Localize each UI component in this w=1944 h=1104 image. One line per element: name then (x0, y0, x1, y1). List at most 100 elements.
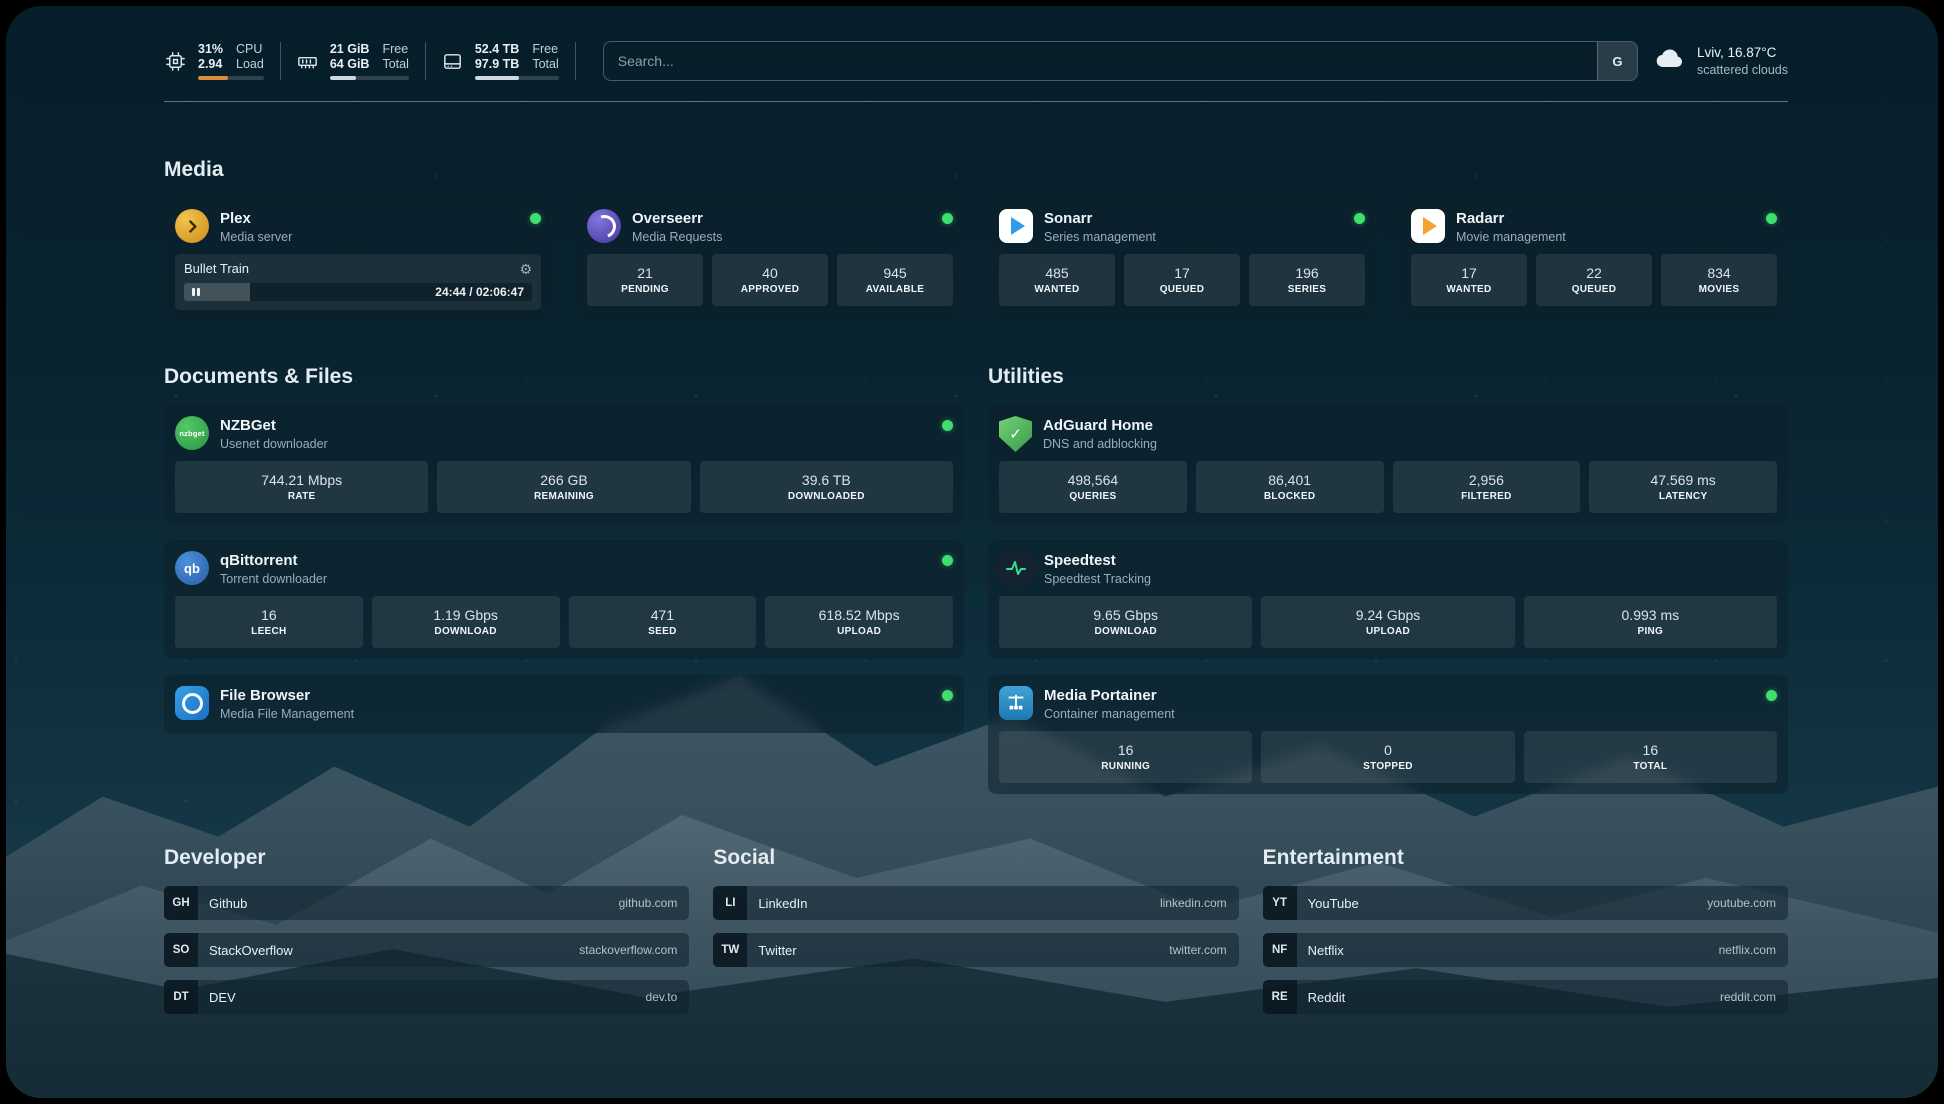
memory-icon (296, 50, 319, 73)
stat-tile: 2,956 FILTERED (1393, 461, 1581, 513)
weather-condition: scattered clouds (1697, 62, 1788, 78)
bookmark-abbr: NF (1263, 933, 1297, 967)
bookmark-abbr: YT (1263, 886, 1297, 920)
qbittorrent-link[interactable]: qb qBittorrent Torrent downloader (175, 551, 953, 587)
bookmark-url: reddit.com (1720, 990, 1776, 1004)
bookmark-dev[interactable]: DT DEV dev.to (164, 980, 689, 1014)
adguard-shield-icon: ✓ (999, 416, 1032, 452)
service-subtitle: Movie management (1456, 229, 1755, 245)
section-utilities: Utilities ✓ AdGuard Home DNS and adblock… (988, 365, 1788, 794)
stat-tile: 86,401 BLOCKED (1196, 461, 1384, 513)
bookmark-name: LinkedIn (758, 896, 807, 911)
memory-free-value: 21 GiB (330, 42, 370, 57)
portainer-card: Media Portainer Container management 16 … (988, 675, 1788, 794)
adguard-link[interactable]: ✓ AdGuard Home DNS and adblocking (999, 416, 1777, 452)
documents-section-title: Documents & Files (164, 365, 964, 389)
bookmark-name: YouTube (1308, 896, 1359, 911)
speedtest-icon (999, 551, 1033, 585)
plex-now-playing: Bullet Train ⚙ 24:44 / 02:06:47 (175, 254, 541, 310)
developer-section-title: Developer (164, 846, 689, 870)
sonarr-icon (999, 209, 1033, 243)
playback-progress-bar[interactable]: 24:44 / 02:06:47 (184, 283, 532, 301)
disk-free-value: 52.4 TB (475, 42, 519, 57)
service-name: qBittorrent (220, 551, 931, 570)
utilities-section-title: Utilities (988, 365, 1788, 389)
memory-free-label: Free (382, 42, 408, 57)
radarr-link[interactable]: Radarr Movie management (1411, 209, 1777, 245)
qbittorrent-icon: qb (175, 551, 209, 585)
status-dot (1766, 690, 1777, 701)
bookmark-url: dev.to (646, 990, 678, 1004)
radarr-card: Radarr Movie management 17 WANTED 22 QUE… (1400, 198, 1788, 321)
section-documents: Documents & Files nzbget NZBGet Usenet d… (164, 365, 964, 794)
stat-tile: 39.6 TB DOWNLOADED (700, 461, 953, 513)
bookmark-linkedin[interactable]: LI LinkedIn linkedin.com (713, 886, 1238, 920)
stat-tile: 744.21 Mbps RATE (175, 461, 428, 513)
cloud-icon (1654, 43, 1686, 80)
stat-tile: 618.52 Mbps UPLOAD (765, 596, 953, 648)
disk-free-label: Free (532, 42, 558, 57)
sonarr-link[interactable]: Sonarr Series management (999, 209, 1365, 245)
overseerr-link[interactable]: Overseerr Media Requests (587, 209, 953, 245)
bookmark-url: linkedin.com (1160, 896, 1227, 910)
bookmark-url: github.com (619, 896, 678, 910)
bookmark-reddit[interactable]: RE Reddit reddit.com (1263, 980, 1788, 1014)
search-input[interactable] (604, 53, 1597, 69)
bookmark-url: twitter.com (1169, 943, 1226, 957)
stat-tile: 1.19 Gbps DOWNLOAD (372, 596, 560, 648)
stat-tile: 266 GB REMAINING (437, 461, 690, 513)
service-subtitle: DNS and adblocking (1043, 436, 1777, 452)
service-subtitle: Torrent downloader (220, 571, 931, 587)
memory-progress-bar (330, 76, 409, 80)
plex-link[interactable]: Plex Media server (175, 209, 541, 245)
status-dot (1766, 213, 1777, 224)
bookmark-name: Reddit (1308, 990, 1346, 1005)
service-subtitle: Series management (1044, 229, 1343, 245)
filebrowser-link[interactable]: File Browser Media File Management (175, 686, 953, 722)
bookmark-youtube[interactable]: YT YouTube youtube.com (1263, 886, 1788, 920)
plex-icon (175, 209, 209, 243)
stat-tile: 16 RUNNING (999, 731, 1252, 783)
disk-total-label: Total (532, 57, 558, 72)
stat-tile: 196 SERIES (1249, 254, 1365, 306)
search-provider-button[interactable]: G (1597, 42, 1637, 80)
gear-icon[interactable]: ⚙ (519, 262, 532, 276)
stat-tile: 9.24 Gbps UPLOAD (1261, 596, 1514, 648)
bookmark-netflix[interactable]: NF Netflix netflix.com (1263, 933, 1788, 967)
radarr-icon (1411, 209, 1445, 243)
service-subtitle: Container management (1044, 706, 1755, 722)
service-name: NZBGet (220, 416, 931, 435)
stat-tile: 834 MOVIES (1661, 254, 1777, 306)
search-bar: G (603, 41, 1638, 81)
stat-tile: 945 AVAILABLE (837, 254, 953, 306)
service-subtitle: Media File Management (220, 706, 931, 722)
stat-tile: 21 PENDING (587, 254, 703, 306)
stat-tile: 485 WANTED (999, 254, 1115, 306)
disk-progress-bar (475, 76, 559, 80)
bookmark-name: StackOverflow (209, 943, 293, 958)
status-dot (942, 420, 953, 431)
pause-icon[interactable] (192, 288, 200, 296)
speedtest-link[interactable]: Speedtest Speedtest Tracking (999, 551, 1777, 587)
filebrowser-icon (175, 686, 209, 720)
bookmark-name: DEV (209, 990, 236, 1005)
bookmark-abbr: RE (1263, 980, 1297, 1014)
bookmark-name: Twitter (758, 943, 796, 958)
bookmark-abbr: TW (713, 933, 747, 967)
stat-tile: 0 STOPPED (1261, 731, 1514, 783)
service-name: Speedtest (1044, 551, 1777, 570)
stat-tile: 17 WANTED (1411, 254, 1527, 306)
bookmark-url: netflix.com (1719, 943, 1776, 957)
bookmark-stackoverflow[interactable]: SO StackOverflow stackoverflow.com (164, 933, 689, 967)
portainer-link[interactable]: Media Portainer Container management (999, 686, 1777, 722)
nzbget-link[interactable]: nzbget NZBGet Usenet downloader (175, 416, 953, 452)
section-entertainment: Entertainment YT YouTube youtube.com NF … (1263, 846, 1788, 1027)
bookmark-twitter[interactable]: TW Twitter twitter.com (713, 933, 1238, 967)
bookmark-github[interactable]: GH Github github.com (164, 886, 689, 920)
bookmark-name: Netflix (1308, 943, 1344, 958)
status-dot (1354, 213, 1365, 224)
service-name: AdGuard Home (1043, 416, 1777, 435)
cpu-usage-value: 31% (198, 42, 223, 57)
now-playing-title: Bullet Train (184, 261, 249, 276)
bookmark-abbr: GH (164, 886, 198, 920)
